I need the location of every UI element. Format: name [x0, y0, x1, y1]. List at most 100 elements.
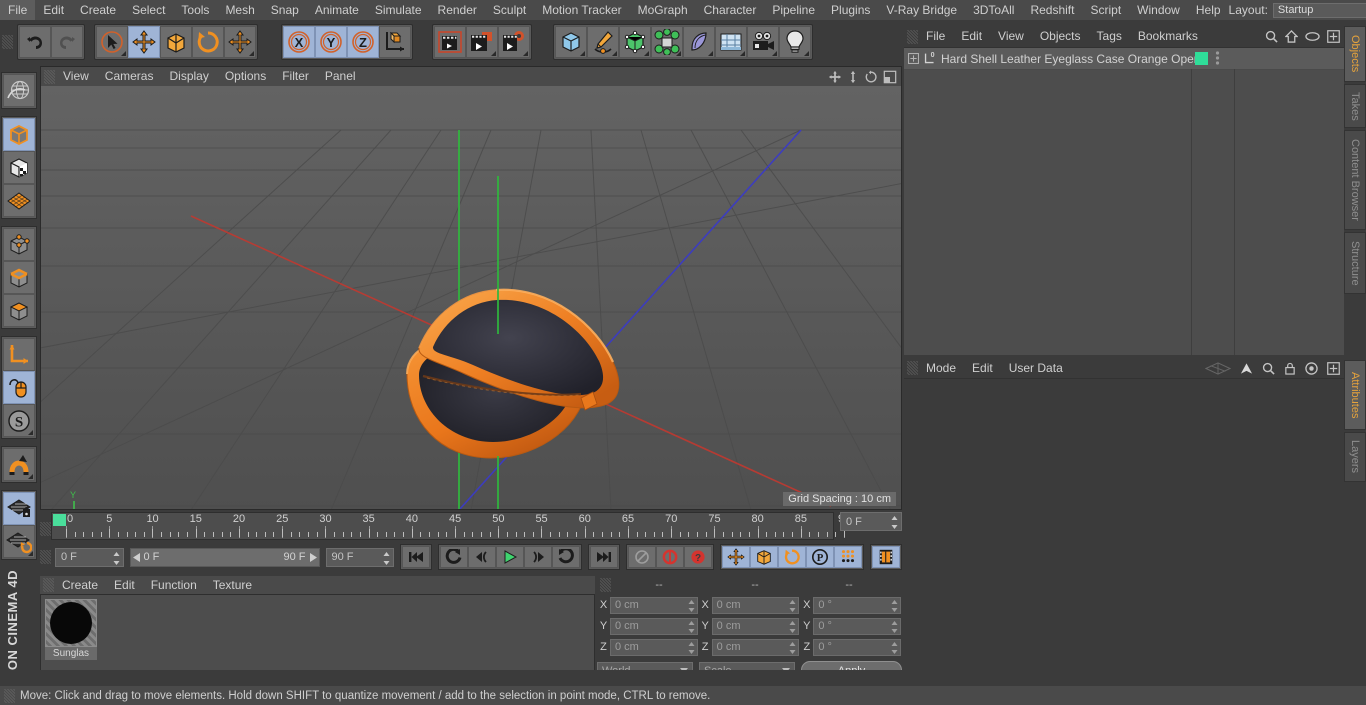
parameter-key-icon[interactable]: P: [806, 546, 834, 568]
object-menu-bookmarks[interactable]: Bookmarks: [1130, 26, 1206, 47]
material-menu-create[interactable]: Create: [54, 576, 106, 594]
move-tool-icon[interactable]: [128, 26, 160, 58]
menu-item-pipeline[interactable]: Pipeline: [764, 0, 823, 20]
timeline-filmstrip-icon[interactable]: [872, 546, 900, 568]
menu-item-animate[interactable]: Animate: [307, 0, 367, 20]
coordinates-grip[interactable]: [600, 578, 611, 592]
globe-undo-view-icon[interactable]: [3, 74, 35, 107]
viewport-menu-filter[interactable]: Filter: [274, 67, 317, 86]
attribute-manager-grip[interactable]: [907, 361, 918, 375]
viewport-menu-options[interactable]: Options: [217, 67, 274, 86]
viewport-menu-panel[interactable]: Panel: [317, 67, 364, 86]
environment-floor-icon[interactable]: [715, 26, 747, 58]
pan-icon[interactable]: [828, 70, 842, 84]
y-axis-icon[interactable]: Y: [315, 26, 347, 58]
maximize-viewport-icon[interactable]: [883, 70, 897, 84]
menu-item-motion-tracker[interactable]: Motion Tracker: [534, 0, 629, 20]
lock-icon[interactable]: [1284, 362, 1296, 375]
soft-selection-icon[interactable]: S: [3, 404, 35, 437]
enable-snapping-mouse-icon[interactable]: [3, 371, 35, 404]
position-x-input[interactable]: 0 cm: [610, 596, 698, 614]
plus-box-icon[interactable]: [1327, 361, 1340, 375]
rotation-key-icon[interactable]: [778, 546, 806, 568]
object-menu-edit[interactable]: Edit: [953, 26, 990, 47]
stepper-icon[interactable]: [891, 641, 898, 654]
plus-box-icon[interactable]: [1327, 30, 1340, 43]
array-modeling-icon[interactable]: [651, 26, 683, 58]
stepper-icon[interactable]: [383, 551, 390, 565]
tab-layers[interactable]: Layers: [1344, 432, 1366, 482]
stepper-icon[interactable]: [688, 599, 695, 612]
deformer-icon[interactable]: [683, 26, 715, 58]
home-icon[interactable]: [1285, 30, 1298, 43]
edges-mode-icon[interactable]: [3, 261, 35, 294]
material-menu-function[interactable]: Function: [143, 576, 205, 594]
preview-range-slider[interactable]: 0 F 90 F: [129, 547, 320, 567]
object-menu-view[interactable]: View: [990, 26, 1032, 47]
object-menu-objects[interactable]: Objects: [1032, 26, 1089, 47]
redo-icon[interactable]: [51, 26, 83, 58]
timeline-grip[interactable]: [40, 522, 51, 536]
viewport-menu-display[interactable]: Display: [161, 67, 216, 86]
rotate-view-icon[interactable]: [864, 69, 878, 84]
target-icon[interactable]: [1305, 361, 1318, 375]
current-frame-field[interactable]: 0 F: [840, 512, 902, 531]
preview-end-field[interactable]: 90 F: [325, 547, 394, 567]
viewport-menu-view[interactable]: View: [55, 67, 97, 86]
menu-item-edit[interactable]: Edit: [35, 0, 72, 20]
timeline-ruler[interactable]: 051015202530354045505560657075808590: [51, 512, 850, 540]
range-left-handle-icon[interactable]: [132, 552, 141, 562]
menu-item-snap[interactable]: Snap: [263, 0, 307, 20]
transport-grip[interactable]: [40, 550, 51, 564]
next-key-icon[interactable]: [552, 546, 580, 568]
scale-key-icon[interactable]: [750, 546, 778, 568]
stepper-icon[interactable]: [113, 551, 120, 565]
position-z-input[interactable]: 0 cm: [610, 638, 698, 656]
null-object-icon[interactable]: 0: [922, 51, 938, 67]
nurbs-generator-icon[interactable]: [619, 26, 651, 58]
material-menu-grip[interactable]: [43, 578, 54, 592]
menu-item-window[interactable]: Window: [1129, 0, 1188, 20]
stepper-icon[interactable]: [891, 516, 898, 529]
object-manager-grip[interactable]: [907, 29, 918, 44]
autokeying-icon[interactable]: [656, 546, 684, 568]
menu-item-render[interactable]: Render: [430, 0, 485, 20]
menu-item-mograph[interactable]: MoGraph: [630, 0, 696, 20]
material-menu-texture[interactable]: Texture: [205, 576, 260, 594]
playhead-marker[interactable]: [53, 514, 66, 526]
go-to-end-icon[interactable]: [590, 546, 618, 568]
texture-mode-icon[interactable]: [3, 151, 35, 184]
arrow-up-icon[interactable]: [1240, 362, 1253, 375]
position-key-icon[interactable]: [722, 546, 750, 568]
model-mode-icon[interactable]: [3, 118, 35, 151]
size-y-input[interactable]: 0 cm: [711, 617, 800, 635]
workplane-lock-icon[interactable]: [3, 492, 35, 525]
attribute-menu-edit[interactable]: Edit: [964, 358, 1001, 378]
z-axis-icon[interactable]: Z: [347, 26, 379, 58]
interface-icon[interactable]: [1205, 361, 1231, 375]
material-item[interactable]: Sunglas: [45, 599, 97, 660]
scale-tool-icon[interactable]: [160, 26, 192, 58]
stepper-icon[interactable]: [688, 620, 695, 633]
eye-icon[interactable]: [1305, 31, 1320, 42]
object-row[interactable]: 0 Hard Shell Leather Eyeglass Case Orang…: [904, 48, 1344, 70]
undo-icon[interactable]: [19, 26, 51, 58]
magnet-icon[interactable]: [3, 448, 35, 481]
tab-attributes[interactable]: Attributes: [1344, 360, 1366, 430]
light-icon[interactable]: [779, 26, 811, 58]
axis-modify-icon[interactable]: [3, 338, 35, 371]
menu-item-script[interactable]: Script: [1082, 0, 1129, 20]
stepper-icon[interactable]: [688, 641, 695, 654]
toolbar-grip[interactable]: [2, 35, 13, 49]
camera-icon[interactable]: [747, 26, 779, 58]
stepper-icon[interactable]: [891, 620, 898, 633]
go-to-start-icon[interactable]: [402, 546, 430, 568]
stepper-icon[interactable]: [891, 599, 898, 612]
menu-item-file[interactable]: File: [0, 0, 36, 20]
tab-objects[interactable]: Objects: [1344, 26, 1366, 82]
size-x-input[interactable]: 0 cm: [711, 596, 800, 614]
record-active-objects-icon[interactable]: [628, 546, 656, 568]
menu-item-mesh[interactable]: Mesh: [217, 0, 262, 20]
menu-item-redshift[interactable]: Redshift: [1022, 0, 1082, 20]
position-y-input[interactable]: 0 cm: [610, 617, 698, 635]
